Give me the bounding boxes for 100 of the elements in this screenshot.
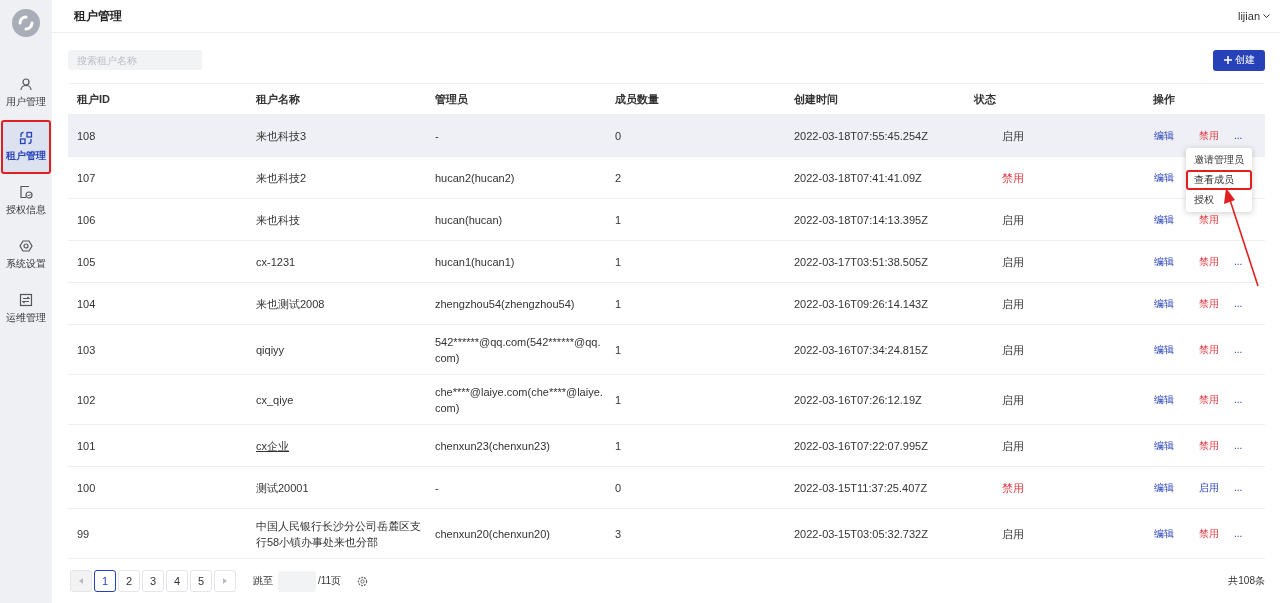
page-button[interactable]: 3 bbox=[142, 570, 164, 592]
more-link[interactable]: ... bbox=[1234, 482, 1243, 493]
page-button[interactable]: 1 bbox=[94, 570, 116, 592]
table-cell: 103 bbox=[68, 325, 247, 375]
table-cell: 2022-03-16T07:22:07.995Z bbox=[785, 425, 965, 467]
page-total: /11页 bbox=[318, 574, 342, 588]
edit-link[interactable]: 编辑 bbox=[1154, 296, 1199, 311]
tenant-link[interactable]: cx企业 bbox=[256, 437, 289, 454]
enable-link[interactable]: 启用 bbox=[1199, 480, 1234, 495]
table-cell: 0 bbox=[606, 115, 785, 157]
menu-item[interactable]: 查看成员 bbox=[1186, 170, 1252, 190]
settings-icon[interactable] bbox=[357, 575, 369, 587]
edit-link[interactable]: 编辑 bbox=[1154, 342, 1199, 357]
table-cell: 1 bbox=[606, 425, 785, 467]
squares-icon bbox=[19, 131, 33, 145]
status-text: 禁用 bbox=[965, 157, 1144, 199]
total-count: 共108条 bbox=[1228, 574, 1265, 588]
status-text: 启用 bbox=[965, 115, 1144, 157]
disable-link[interactable]: 禁用 bbox=[1199, 342, 1234, 357]
edit-link[interactable]: 编辑 bbox=[1154, 212, 1199, 227]
table-cell: 542******@qq.com(542******@qq.com) bbox=[426, 325, 606, 375]
chevron-down-icon bbox=[1263, 13, 1270, 19]
table-cell: 来也科技3 bbox=[247, 115, 426, 157]
table-row[interactable]: 102 cx_qiye che****@laiye.com(che****@laiye.com) 1 2022-03-16T07:26:12.19Z 启用 编辑 禁用 ... bbox=[68, 375, 1265, 425]
table-cell: 0 bbox=[606, 467, 785, 509]
disable-link[interactable]: 禁用 bbox=[1199, 128, 1234, 143]
edit-link[interactable]: 编辑 bbox=[1154, 480, 1199, 495]
table-cell: 102 bbox=[68, 375, 247, 425]
page-button[interactable]: 2 bbox=[118, 570, 140, 592]
more-link[interactable]: ... bbox=[1234, 344, 1243, 355]
disable-link[interactable]: 禁用 bbox=[1199, 254, 1234, 269]
previous-page-button[interactable] bbox=[70, 570, 92, 592]
table-cell: 中国人民银行长沙分公司岳麓区支行58小镇办事处来也分部 bbox=[247, 509, 426, 559]
disable-link[interactable]: 禁用 bbox=[1199, 526, 1234, 541]
disable-link[interactable]: 禁用 bbox=[1199, 212, 1234, 227]
edit-link[interactable]: 编辑 bbox=[1154, 526, 1199, 541]
sidebar-item[interactable]: 用户管理 bbox=[1, 66, 51, 120]
sidebar-item[interactable]: 系统设置 bbox=[1, 228, 51, 282]
table-cell: hucan2(hucan2) bbox=[426, 157, 606, 199]
table-cell: 来也科技 bbox=[247, 199, 426, 241]
sidebar-item[interactable]: 授权信息 bbox=[1, 174, 51, 228]
more-link[interactable]: ... bbox=[1234, 256, 1243, 267]
table-cell: hucan1(hucan1) bbox=[426, 241, 606, 283]
status-text: 启用 bbox=[965, 283, 1144, 325]
table-cell: 106 bbox=[68, 199, 247, 241]
table-cell: 2022-03-18T07:14:13.395Z bbox=[785, 199, 965, 241]
page-button[interactable]: 5 bbox=[190, 570, 212, 592]
table-cell: chenxun23(chenxun23) bbox=[426, 425, 606, 467]
more-link[interactable]: ... bbox=[1234, 528, 1243, 539]
sidebar-item[interactable]: 运维管理 bbox=[1, 282, 51, 336]
table-cell: 99 bbox=[68, 509, 247, 559]
jump-label: 跳至 bbox=[253, 574, 273, 588]
hexagon-icon bbox=[19, 239, 33, 253]
status-text: 启用 bbox=[965, 241, 1144, 283]
table-cell: cx-1231 bbox=[247, 241, 426, 283]
next-page-button[interactable] bbox=[214, 570, 236, 592]
table-cell: 2 bbox=[606, 157, 785, 199]
table-row[interactable]: 105 cx-1231 hucan1(hucan1) 1 2022-03-17T03:51:38.505Z 启用 编辑 禁用 ... bbox=[68, 241, 1265, 283]
sidebar-item[interactable]: 租户管理 bbox=[1, 120, 51, 174]
document-check-icon bbox=[19, 185, 33, 199]
left-triangle-icon bbox=[79, 578, 83, 584]
table-row[interactable]: 101 cx企业 chenxun23(chenxun23) 1 2022-03-16T07:22:07.995Z 启用 编辑 禁用 ... bbox=[68, 425, 1265, 467]
more-link[interactable]: ... bbox=[1234, 394, 1243, 405]
user-menu[interactable]: lijian bbox=[1238, 10, 1270, 22]
disable-link[interactable]: 禁用 bbox=[1199, 392, 1234, 407]
table-cell: 来也测试2008 bbox=[247, 283, 426, 325]
plus-icon bbox=[1223, 56, 1232, 64]
status-text: 禁用 bbox=[965, 467, 1144, 509]
table-cell: 来也科技2 bbox=[247, 157, 426, 199]
edit-link[interactable]: 编辑 bbox=[1154, 392, 1199, 407]
table-cell: 1 bbox=[606, 283, 785, 325]
edit-link[interactable]: 编辑 bbox=[1154, 128, 1199, 143]
edit-link[interactable]: 编辑 bbox=[1154, 254, 1199, 269]
table-row[interactable]: 99 中国人民银行长沙分公司岳麓区支行58小镇办事处来也分部 chenxun20(chenxun20) 3 2022-03-15T03:05:32.732Z 启用 编辑 禁用 ... bbox=[68, 509, 1265, 559]
page-button[interactable]: 4 bbox=[166, 570, 188, 592]
more-link[interactable]: ... bbox=[1234, 298, 1243, 309]
disable-link[interactable]: 禁用 bbox=[1199, 296, 1234, 311]
table-cell: cx_qiye bbox=[247, 375, 426, 425]
table-row[interactable]: 100 测试20001 - 0 2022-03-15T11:37:25.407Z 禁用 编辑 启用 ... bbox=[68, 467, 1265, 509]
person-icon bbox=[19, 77, 33, 91]
logo-icon bbox=[12, 9, 40, 37]
disable-link[interactable]: 禁用 bbox=[1199, 438, 1234, 453]
edit-link[interactable]: 编辑 bbox=[1154, 438, 1199, 453]
table-row[interactable]: 104 来也测试2008 zhengzhou54(zhengzhou54) 1 2022-03-16T09:26:14.143Z 启用 编辑 禁用 ... bbox=[68, 283, 1265, 325]
table-cell: 3 bbox=[606, 509, 785, 559]
create-button[interactable]: 创建 bbox=[1213, 49, 1265, 71]
table-cell: 2022-03-16T07:26:12.19Z bbox=[785, 375, 965, 425]
status-text: 启用 bbox=[965, 375, 1144, 425]
page-title: 租户管理 bbox=[74, 7, 122, 25]
more-link[interactable]: ... bbox=[1234, 440, 1243, 451]
table-cell: 1 bbox=[606, 241, 785, 283]
table-row[interactable]: 103 qiqiyy 542******@qq.com(542******@qq.com) 1 2022-03-16T07:34:24.815Z 启用 编辑 禁用 ... bbox=[68, 325, 1265, 375]
status-text: 启用 bbox=[965, 199, 1144, 241]
table-cell: che****@laiye.com(che****@laiye.com) bbox=[426, 375, 606, 425]
table-cell: 108 bbox=[68, 115, 247, 157]
table-cell: 测试20001 bbox=[247, 467, 426, 509]
more-link[interactable]: ... bbox=[1234, 130, 1243, 141]
table-cell: - bbox=[426, 467, 606, 509]
table-cell: 1 bbox=[606, 375, 785, 425]
table-cell: zhengzhou54(zhengzhou54) bbox=[426, 283, 606, 325]
